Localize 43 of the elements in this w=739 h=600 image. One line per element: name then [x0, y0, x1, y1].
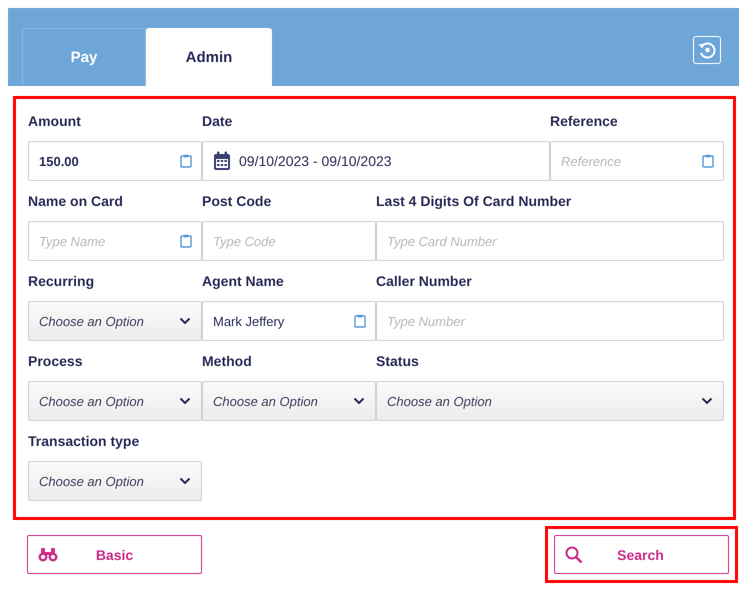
chevron-down-icon [701, 397, 713, 405]
chevron-down-icon [179, 397, 191, 405]
field-label: Method [202, 353, 253, 371]
dropdown[interactable]: Choose an Option [28, 301, 202, 341]
chevron-down-icon [353, 397, 365, 405]
reset-icon [697, 40, 717, 60]
clipboard-icon[interactable] [354, 314, 366, 328]
field-label: Transaction type [28, 433, 140, 451]
basic-button[interactable]: Basic [27, 535, 202, 574]
field-label: Name on Card [28, 193, 124, 211]
reset-button[interactable] [693, 36, 721, 64]
dropdown[interactable]: Choose an Option [28, 381, 202, 421]
field-label: Process [28, 353, 84, 371]
clipboard-icon[interactable] [180, 154, 192, 168]
field-label: Reference [550, 113, 619, 131]
input-field[interactable]: Type Name [28, 221, 202, 261]
input-field[interactable]: Type Code [202, 221, 376, 261]
search-button[interactable]: Search [554, 535, 729, 574]
input-field[interactable]: Type Number [376, 301, 724, 341]
date-range-field[interactable]: 09/10/2023 - 09/10/2023 [202, 141, 550, 181]
field-label: Date [202, 113, 234, 131]
dropdown[interactable]: Choose an Option [202, 381, 376, 421]
binoculars-icon [38, 548, 58, 562]
dropdown[interactable]: Choose an Option [376, 381, 724, 421]
field-label: Recurring [28, 273, 96, 291]
field-label: Status [376, 353, 420, 371]
dropdown[interactable]: Choose an Option [28, 461, 202, 501]
input-field[interactable]: 150.00 [28, 141, 202, 181]
input-field[interactable]: Mark Jeffery [202, 301, 376, 341]
calendar-icon [213, 151, 231, 171]
field-label: Caller Number [376, 273, 473, 291]
clipboard-icon[interactable] [180, 234, 192, 248]
search-icon [565, 546, 583, 564]
tab[interactable]: Admin [146, 28, 272, 86]
chevron-down-icon [179, 477, 191, 485]
input-field[interactable]: Type Card Number [376, 221, 724, 261]
input-field[interactable]: Reference [550, 141, 724, 181]
field-label: Agent Name [202, 273, 285, 291]
clipboard-icon[interactable] [702, 154, 714, 168]
chevron-down-icon [179, 317, 191, 325]
field-label: Post Code [202, 193, 272, 211]
field-label: Last 4 Digits Of Card Number [376, 193, 572, 211]
field-label: Amount [28, 113, 82, 131]
